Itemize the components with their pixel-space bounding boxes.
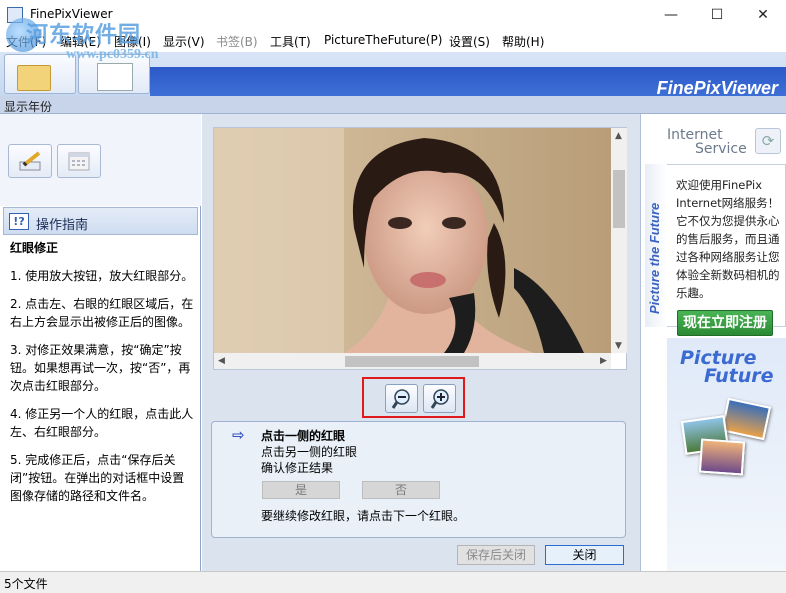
edit-tool-button[interactable]	[8, 144, 52, 178]
menu-picturethefuture[interactable]: PictureTheFuture(P)	[324, 33, 442, 47]
horizontal-scroll-thumb[interactable]	[345, 356, 479, 367]
close-button[interactable]: 关闭	[545, 545, 624, 565]
help-icon: !?	[9, 213, 29, 230]
minimize-button[interactable]: —	[648, 0, 694, 30]
guide-step: 1. 使用放大按钮，放大红眼部分。	[10, 269, 194, 283]
guide-body: 红眼修正 1. 使用放大按钮，放大红眼部分。 2. 点击左、右眼的红眼区域后，在…	[10, 239, 195, 569]
yes-button[interactable]: 是	[262, 481, 340, 499]
portrait-photo	[214, 128, 611, 353]
redeye-instruction-1: 点击另一侧的红眼	[261, 445, 358, 459]
photo-preview[interactable]	[214, 128, 611, 353]
guide-step: 4. 修正另一个人的红眼，点击此人左、右红眼部分。	[10, 407, 194, 439]
arrow-right-icon: ⇨	[232, 426, 245, 444]
menu-bookmark[interactable]: 书签(B)	[216, 33, 258, 50]
close-window-button[interactable]: ✕	[740, 0, 786, 30]
vertical-scroll-thumb[interactable]	[613, 170, 625, 228]
register-now-button[interactable]: 现在立即注册	[677, 310, 773, 336]
year-bar-label[interactable]: 显示年份	[4, 98, 52, 115]
menu-view[interactable]: 显示(V)	[163, 33, 205, 50]
scroll-left-arrow[interactable]: ◀	[218, 356, 225, 366]
scroll-down-arrow[interactable]: ▼	[615, 341, 622, 351]
save-close-button[interactable]: 保存后关闭	[457, 545, 535, 565]
vertical-banner: Picture the Future	[645, 164, 667, 327]
redeye-continue-text: 要继续修改红眼，请点击下一个红眼。	[261, 509, 466, 523]
zoom-out-icon	[391, 388, 410, 409]
document-icon	[97, 63, 133, 91]
year-bar[interactable]	[0, 96, 786, 114]
calendar-button[interactable]	[57, 144, 101, 178]
service-title-2: Service	[695, 141, 747, 157]
promo-logo-future: Future	[704, 365, 774, 387]
watermark-url: www.pc0359.cn	[66, 47, 159, 62]
guide-heading: 红眼修正	[10, 241, 59, 255]
calendar-icon	[68, 152, 90, 171]
refresh-icon[interactable]: ⟳	[755, 128, 781, 154]
zoom-out-button[interactable]	[385, 384, 418, 413]
zoom-in-icon	[430, 388, 449, 409]
menu-help[interactable]: 帮助(H)	[502, 33, 544, 50]
status-bar	[0, 571, 786, 593]
menu-tools[interactable]: 工具(T)	[270, 33, 311, 50]
scroll-up-arrow[interactable]: ▲	[615, 131, 622, 141]
no-button[interactable]: 否	[362, 481, 440, 499]
svg-text:Picture the Future: Picture the Future	[647, 203, 662, 314]
maximize-button[interactable]: ☐	[694, 0, 740, 30]
picture-the-future-vertical: Picture the Future	[647, 203, 662, 314]
redeye-instruction-2: 确认修正结果	[261, 461, 334, 475]
guide-step: 3. 对修正效果满意，按“确定”按钮。如果想再试一次，按“否”，再次点击红眼部分…	[10, 343, 191, 393]
vertical-scrollbar[interactable]	[611, 128, 627, 353]
folder-icon	[17, 65, 51, 91]
guide-step: 2. 点击左、右眼的红眼区域后，在右上方会显示出被修正后的图像。	[10, 297, 194, 329]
promo-photo	[698, 438, 746, 476]
redeye-instruction-title: 点击一侧的红眼	[261, 429, 346, 443]
guide-title: 操作指南	[36, 218, 89, 233]
scroll-right-arrow[interactable]: ▶	[600, 356, 607, 366]
guide-step: 5. 完成修正后，点击“保存后关闭”按钮。在弹出的对话框中设置图像存储的路径和文…	[10, 453, 185, 503]
welcome-text: 欢迎使用FinePix Internet网络服务！它不仅为您提供永心的售后服务，…	[676, 178, 780, 300]
zoom-in-button[interactable]	[423, 384, 456, 413]
pencil-icon	[19, 151, 41, 171]
status-text: 5个文件	[4, 577, 48, 591]
watermark-title: 河东软件园	[26, 22, 142, 48]
guide-header	[3, 207, 198, 235]
menu-settings[interactable]: 设置(S)	[449, 33, 490, 50]
